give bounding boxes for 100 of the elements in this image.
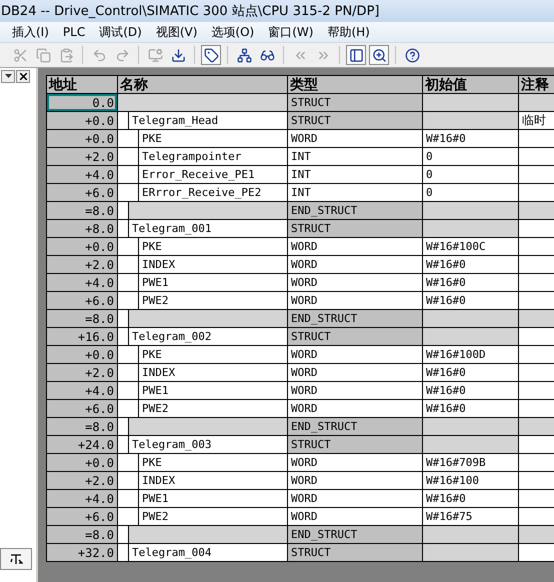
menu-item[interactable]: 调试(D) [99, 24, 142, 40]
comment-cell [519, 328, 554, 345]
initial-value-cell: 0 [423, 148, 518, 165]
comment-cell: 临时 [519, 112, 554, 129]
address-cell[interactable]: +0.0 [47, 112, 117, 129]
address-cell[interactable]: +4.0 [47, 490, 117, 507]
menu-item[interactable]: 选项(O) [211, 24, 254, 40]
comment-cell [519, 184, 554, 201]
download-icon [170, 48, 186, 62]
comment-cell [519, 382, 554, 399]
dropdown-button[interactable] [1, 70, 15, 83]
cut-icon [12, 48, 28, 62]
type-cell: WORD [288, 130, 422, 147]
address-cell[interactable]: =8.0 [47, 310, 117, 327]
comment-cell [519, 274, 554, 291]
address-cell[interactable]: 0.0 [47, 94, 117, 111]
address-cell[interactable]: +2.0 [47, 364, 117, 381]
address-cell[interactable]: +0.0 [47, 346, 117, 363]
type-cell: WORD [288, 256, 422, 273]
address-cell[interactable]: +4.0 [47, 166, 117, 183]
type-cell: WORD [288, 454, 422, 471]
initial-value-cell: 0 [423, 166, 518, 183]
type-cell: END_STRUCT [288, 418, 422, 435]
close-icon [20, 73, 26, 80]
initial-value-cell: W#16#0 [423, 364, 518, 381]
address-cell[interactable]: +8.0 [47, 220, 117, 237]
comment-cell [519, 94, 554, 111]
type-cell: WORD [288, 508, 422, 525]
initial-value-cell: W#16#0 [423, 256, 518, 273]
paste-icon [58, 48, 74, 62]
menu-item[interactable]: 帮助(H) [327, 24, 370, 40]
type-cell: STRUCT [288, 112, 422, 129]
type-cell: WORD [288, 292, 422, 309]
address-cell[interactable]: +0.0 [47, 130, 117, 147]
address-cell[interactable]: +32.0 [47, 544, 117, 561]
type-cell: STRUCT [288, 328, 422, 345]
initial-value-cell: 0 [423, 184, 518, 201]
column-header: 类型 [288, 76, 422, 93]
comment-cell [519, 418, 554, 435]
address-cell[interactable]: =8.0 [47, 418, 117, 435]
close-button[interactable] [16, 70, 30, 83]
address-cell[interactable]: +4.0 [47, 274, 117, 291]
menu-item[interactable]: 视图(V) [156, 24, 198, 40]
type-cell: WORD [288, 382, 422, 399]
initial-value-cell: W#16#75 [423, 508, 518, 525]
help-icon [404, 48, 420, 62]
address-cell[interactable]: +24.0 [47, 436, 117, 453]
address-cell[interactable]: +0.0 [47, 238, 117, 255]
comment-cell [519, 490, 554, 507]
type-cell: END_STRUCT [288, 202, 422, 219]
initial-value-cell: W#16#709B [423, 454, 518, 471]
initial-value-cell: W#16#0 [423, 382, 518, 399]
type-cell: STRUCT [288, 436, 422, 453]
type-cell: STRUCT [288, 544, 422, 561]
address-cell[interactable]: +2.0 [47, 472, 117, 489]
comment-cell [519, 202, 554, 219]
address-cell[interactable]: =8.0 [47, 526, 117, 543]
column-header: 初始值 [423, 76, 518, 93]
address-cell[interactable]: =8.0 [47, 202, 117, 219]
menu-item[interactable]: PLC [62, 25, 86, 39]
address-cell[interactable]: +6.0 [47, 508, 117, 525]
undo-icon [92, 48, 106, 62]
tag-button[interactable] [201, 45, 221, 65]
address-cell[interactable]: +4.0 [47, 382, 117, 399]
type-cell: INT [288, 184, 422, 201]
address-cell[interactable]: +6.0 [47, 400, 117, 417]
type-cell: INT [288, 148, 422, 165]
initial-value-cell: W#16#0 [423, 274, 518, 291]
address-cell[interactable]: +16.0 [47, 328, 117, 345]
column-header: 地址 [47, 76, 117, 93]
comment-cell [519, 526, 554, 543]
tag-icon [204, 48, 218, 62]
comment-cell [519, 508, 554, 525]
type-cell: END_STRUCT [288, 310, 422, 327]
initial-value-cell: W#16#100C [423, 238, 518, 255]
dropdown-arrow-icon [4, 74, 12, 79]
address-cell[interactable]: +0.0 [47, 454, 117, 471]
menu-item[interactable]: 插入(I) [12, 24, 49, 40]
menu-item[interactable]: 窗口(W) [268, 24, 314, 40]
type-cell: END_STRUCT [288, 526, 422, 543]
glasses-icon [260, 48, 274, 62]
address-cell[interactable]: +2.0 [47, 256, 117, 273]
type-cell: WORD [288, 346, 422, 363]
address-cell[interactable]: +2.0 [47, 148, 117, 165]
comment-cell [519, 256, 554, 273]
initial-value-cell: W#16#100D [423, 346, 518, 363]
initial-value-cell: W#16#0 [423, 400, 518, 417]
address-cell[interactable]: +6.0 [47, 292, 117, 309]
zoom-button[interactable] [369, 45, 389, 65]
panel-button[interactable] [346, 45, 366, 65]
type-cell: STRUCT [288, 220, 422, 237]
type-cell: WORD [288, 364, 422, 381]
address-cell[interactable]: +6.0 [47, 184, 117, 201]
type-cell: WORD [288, 490, 422, 507]
initial-value-cell: W#16#100 [423, 472, 518, 489]
monitor-icon [148, 48, 162, 62]
panel-button[interactable] [0, 548, 32, 570]
initial-value-cell: W#16#0 [423, 292, 518, 309]
comment-cell [519, 130, 554, 147]
column-header: 名称 [118, 76, 287, 93]
